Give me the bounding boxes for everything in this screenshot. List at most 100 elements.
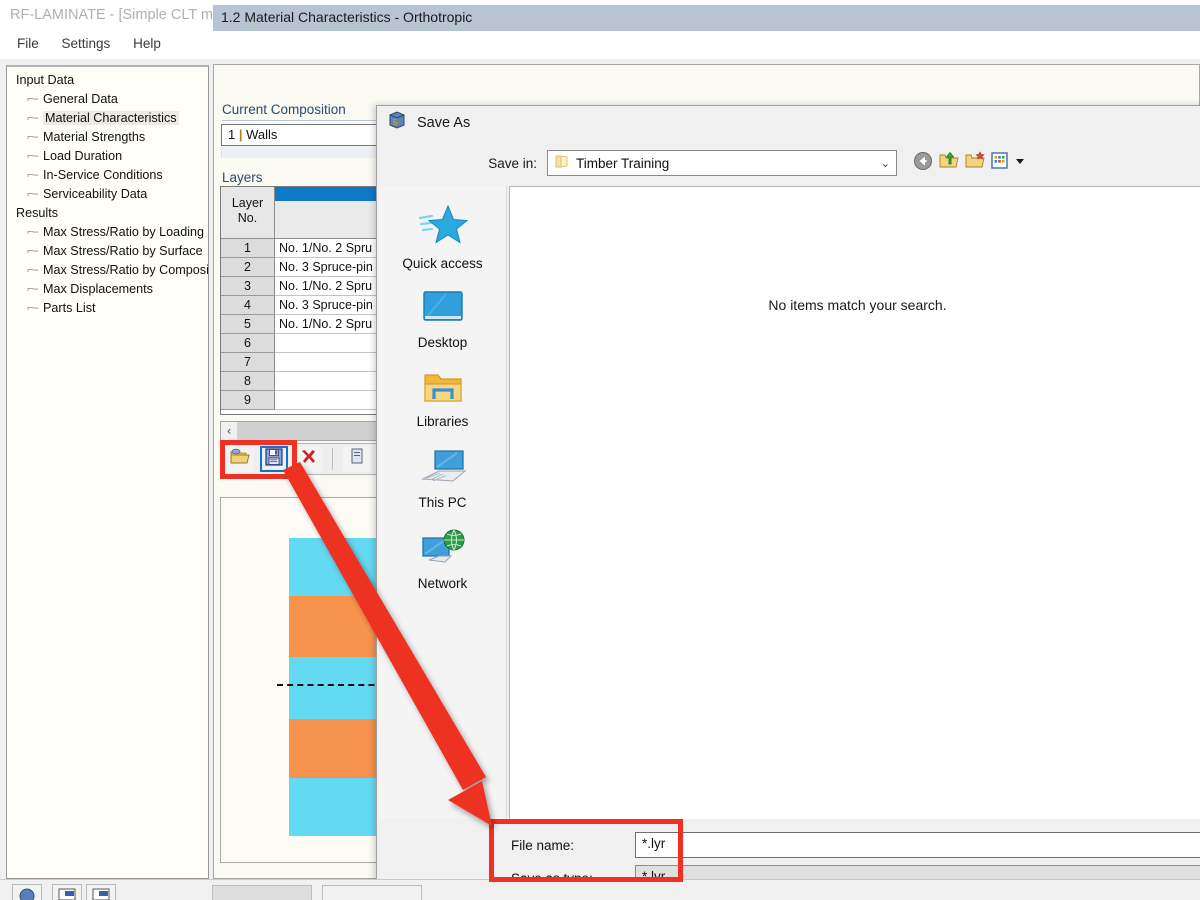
place-label: Libraries	[416, 414, 469, 429]
row-number: 4	[221, 296, 275, 315]
tree-branch-icon: ⌐--	[27, 264, 39, 276]
sidebar-item-label: Max Stress/Ratio by Compositio	[43, 263, 209, 277]
folder-icon	[554, 154, 569, 172]
save-layer-set-button[interactable]	[260, 446, 288, 472]
section-label-current-composition: Current Composition	[222, 102, 346, 117]
row-number: 5	[221, 315, 275, 334]
file-name-input[interactable]: *.lyr	[635, 832, 1200, 858]
navigation-tree-panel[interactable]: Input Data ⌐-- General Data ⌐-- Material C…	[6, 65, 209, 879]
file-name-row: File name: *.lyr	[377, 831, 1200, 859]
save-in-value: Timber Training	[576, 155, 670, 171]
place-label: This PC	[418, 495, 467, 510]
dialog-title-bar: 5 Save As	[377, 106, 1200, 139]
dialog-nav-toolbar[interactable]	[913, 151, 1026, 176]
open-folder-icon	[230, 448, 250, 470]
place-quick-access[interactable]: Quick access	[379, 186, 506, 271]
red-x-icon	[299, 448, 317, 471]
tree-branch-icon: ⌐--	[27, 169, 39, 181]
tree-branch-icon: ⌐--	[27, 112, 39, 124]
sidebar-item-max-stress-by-surface[interactable]: ⌐-- Max Stress/Ratio by Surface	[27, 242, 208, 261]
scroll-left-arrow-icon[interactable]: ‹	[221, 424, 237, 438]
floppy-save-icon	[265, 447, 283, 471]
page-title: 1.2 Material Characteristics - Orthotrop…	[221, 9, 473, 25]
status-button-globe[interactable]	[12, 884, 42, 900]
sidebar-item-label: Material Characteristics	[43, 111, 179, 125]
section-label-layers: Layers	[222, 170, 263, 185]
place-network[interactable]: Network	[379, 510, 506, 591]
tree-branch-icon: ⌐--	[27, 131, 39, 143]
save-as-dialog[interactable]: 5 Save As Save in: Timber Training ⌄ Qui…	[376, 105, 1200, 900]
place-desktop[interactable]: Desktop	[379, 271, 506, 350]
views-grid-icon[interactable]	[991, 152, 1008, 174]
file-list-view[interactable]: No items match your search.	[509, 186, 1200, 821]
tree-group-results[interactable]: Results	[13, 204, 208, 223]
status-button-view-2[interactable]	[86, 884, 116, 900]
status-field-1[interactable]	[212, 885, 312, 900]
sidebar-item-label: In-Service Conditions	[43, 168, 163, 182]
sidebar-item-material-strengths[interactable]: ⌐-- Material Strengths	[27, 128, 208, 147]
menu-item-settings[interactable]: Settings	[53, 32, 121, 55]
row-number: 3	[221, 277, 275, 296]
sidebar-item-max-displacements[interactable]: ⌐-- Max Displacements	[27, 280, 208, 299]
tree-branch-icon: ⌐--	[27, 226, 39, 238]
back-arrow-icon[interactable]	[913, 151, 933, 176]
place-this-pc[interactable]: This PC	[379, 429, 506, 510]
menu-item-help[interactable]: Help	[124, 32, 171, 55]
open-layer-set-button[interactable]	[226, 446, 254, 472]
composition-number: 1	[228, 127, 236, 142]
app-blue-icon: 5	[387, 110, 407, 135]
dialog-title-text: Save As	[417, 114, 471, 131]
place-libraries[interactable]: Libraries	[379, 350, 506, 429]
row-number: 6	[221, 334, 275, 353]
save-in-row: Save in: Timber Training ⌄	[377, 146, 1200, 180]
row-number: 9	[221, 391, 275, 410]
sidebar-item-label: General Data	[43, 92, 118, 106]
menu-item-file[interactable]: File	[8, 32, 49, 55]
caret-down-icon[interactable]	[1014, 154, 1026, 172]
new-folder-icon[interactable]	[965, 151, 985, 175]
svg-text:5: 5	[393, 118, 398, 127]
sidebar-item-serviceability-data[interactable]: ⌐-- Serviceability Data	[27, 185, 208, 204]
tree-group-input-data[interactable]: Input Data	[13, 71, 208, 90]
file-name-label: File name:	[511, 837, 575, 853]
place-label: Quick access	[402, 256, 483, 271]
tree-branch-icon: ⌐--	[27, 245, 39, 257]
save-in-combobox[interactable]: Timber Training ⌄	[547, 150, 897, 176]
empty-search-message: No items match your search.	[768, 297, 947, 313]
sidebar-item-max-stress-by-composition[interactable]: ⌐-- Max Stress/Ratio by Compositio	[27, 261, 208, 280]
sidebar-item-label: Max Stress/Ratio by Surface	[43, 244, 203, 258]
status-field-2[interactable]	[322, 885, 422, 900]
toolbar-separator	[332, 448, 333, 470]
delete-layer-button[interactable]	[294, 446, 322, 472]
document-icon	[349, 448, 365, 470]
sidebar-item-max-stress-by-loading[interactable]: ⌐-- Max Stress/Ratio by Loading	[27, 223, 208, 242]
app-menu-bar: File Settings Help	[0, 32, 1200, 59]
row-number: 8	[221, 372, 275, 391]
sidebar-item-material-characteristics[interactable]: ⌐-- Material Characteristics	[27, 109, 208, 128]
place-label: Network	[417, 576, 468, 591]
up-folder-icon[interactable]	[939, 151, 959, 175]
sidebar-item-label: Parts List	[43, 301, 96, 315]
sidebar-item-label: Load Duration	[43, 149, 123, 163]
sidebar-item-label: Max Displacements	[43, 282, 153, 296]
sidebar-item-label: Max Stress/Ratio by Loading	[43, 225, 205, 239]
chevron-down-icon[interactable]: ⌄	[881, 157, 890, 170]
status-button-view-1[interactable]	[52, 884, 82, 900]
places-bar[interactable]: Quick access Desktop Libraries This PC N…	[379, 186, 507, 821]
place-label: Desktop	[417, 335, 468, 350]
monitor-icon	[420, 291, 466, 330]
info-layer-button[interactable]	[343, 446, 371, 472]
sidebar-item-general-data[interactable]: ⌐-- General Data	[27, 90, 208, 109]
sidebar-item-load-duration[interactable]: ⌐-- Load Duration	[27, 147, 208, 166]
sidebar-item-parts-list[interactable]: ⌐-- Parts List	[27, 299, 208, 318]
composition-name: Walls	[246, 127, 278, 142]
app-status-bar	[0, 879, 1200, 900]
sidebar-item-in-service-conditions[interactable]: ⌐-- In-Service Conditions	[27, 166, 208, 185]
tree-branch-icon: ⌐--	[27, 93, 39, 105]
row-number: 7	[221, 353, 275, 372]
save-in-label: Save in:	[488, 155, 537, 171]
tree-group-label: Input Data	[16, 73, 75, 87]
this-pc-icon	[419, 450, 467, 490]
tree-branch-icon: ⌐--	[27, 283, 39, 295]
tree-branch-icon: ⌐--	[27, 302, 39, 314]
